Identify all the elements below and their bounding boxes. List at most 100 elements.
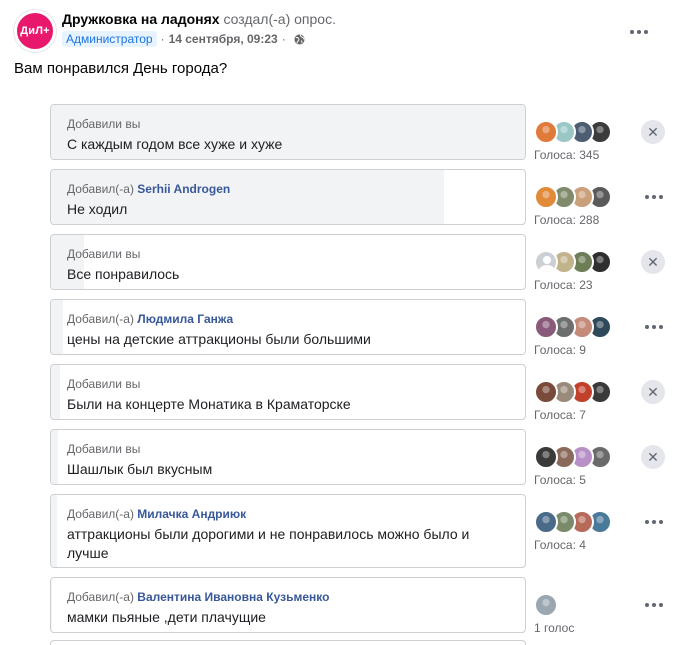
post-options-button[interactable] bbox=[624, 20, 654, 44]
close-icon[interactable]: ✕ bbox=[641, 445, 665, 469]
poll-option-added-by: Добавил(-а) Serhii Androgen bbox=[67, 182, 511, 197]
more-dot bbox=[652, 325, 656, 329]
added-by-prefix: Добавил(-а) bbox=[67, 507, 138, 521]
voter-avatar[interactable] bbox=[534, 120, 558, 144]
vote-count[interactable]: 1 голос bbox=[534, 621, 624, 635]
poll-option-voters[interactable]: Голоса: 7 bbox=[534, 380, 624, 422]
poll-option-content: Добавили вы Шашлык был вкусным bbox=[67, 442, 511, 479]
close-icon[interactable]: ✕ bbox=[641, 120, 665, 144]
poll-option-text: Не ходил bbox=[67, 201, 128, 217]
added-by-prefix: Добавил(-а) bbox=[67, 182, 138, 196]
poll-option-voters[interactable]: Голоса: 345 bbox=[534, 120, 624, 162]
more-dot bbox=[645, 603, 649, 607]
poll-option-content: Добавили вы Были на концерте Монатика в К… bbox=[67, 377, 511, 414]
close-icon[interactable]: ✕ bbox=[641, 380, 665, 404]
group-avatar[interactable]: ДиЛ+ bbox=[14, 10, 56, 52]
poll-option-content: Добавили вы С каждым годом все хуже и хуж… bbox=[67, 117, 511, 154]
post-title: Дружковка на ладонях создал(-а) опрос. bbox=[62, 11, 336, 27]
poll-option-added-by: Добавили вы bbox=[67, 247, 511, 262]
poll-option[interactable]: Добавили вы Все понравилось bbox=[50, 234, 526, 290]
voter-avatars[interactable] bbox=[534, 120, 624, 144]
poll-option[interactable]: Добавил(-а) Милачка Андриюк аттракционы б… bbox=[50, 494, 526, 568]
voter-avatars[interactable] bbox=[534, 510, 624, 534]
post-header: ДиЛ+ Дружковка на ладонях создал(-а) опр… bbox=[14, 10, 664, 52]
voter-avatar[interactable] bbox=[534, 445, 558, 469]
voter-avatar[interactable] bbox=[534, 250, 558, 274]
poll-option-content: Добавил(-а) Serhii Androgen Не ходил bbox=[67, 182, 511, 219]
poll-option[interactable]: Добавил(-а) Serhii Androgen Не ходил bbox=[50, 169, 526, 225]
voter-avatars[interactable] bbox=[534, 445, 624, 469]
post-meta: Администратор · 14 сентября, 09:23 · bbox=[62, 31, 305, 47]
more-dot bbox=[652, 520, 656, 524]
poll-option-result-bar bbox=[51, 578, 53, 632]
role-badge[interactable]: Администратор bbox=[62, 31, 157, 47]
poll-option-voters[interactable]: Голоса: 288 bbox=[534, 185, 624, 227]
poll-option-result-bar bbox=[51, 365, 61, 419]
voter-avatars[interactable] bbox=[534, 593, 624, 617]
poll-option-partial[interactable] bbox=[50, 640, 526, 645]
vote-count[interactable]: Голоса: 9 bbox=[534, 343, 624, 357]
poll-option-content: Добавил(-а) Милачка Андриюк аттракционы б… bbox=[67, 507, 511, 563]
poll-option[interactable]: Добавил(-а) Людмила Ганжа цены на детские… bbox=[50, 299, 526, 355]
added-by-author-link[interactable]: Милачка Андриюк bbox=[137, 507, 246, 521]
poll-option-added-by: Добавил(-а) Милачка Андриюк bbox=[67, 507, 511, 522]
poll-option-result-bar bbox=[51, 495, 57, 567]
vote-count[interactable]: Голоса: 288 bbox=[534, 213, 624, 227]
added-by-author-link[interactable]: Serhii Androgen bbox=[137, 182, 230, 196]
voter-avatar[interactable] bbox=[534, 593, 558, 617]
added-by-prefix: Добавил(-а) bbox=[67, 312, 138, 326]
post-action-text: создал(-а) опрос. bbox=[219, 11, 336, 27]
added-by-prefix: Добавили вы bbox=[67, 117, 141, 131]
poll-option-voters[interactable]: 1 голос bbox=[534, 593, 624, 635]
voter-avatar[interactable] bbox=[534, 315, 558, 339]
poll-option-added-by: Добавили вы bbox=[67, 442, 511, 457]
poll-option[interactable]: Добавили вы С каждым годом все хуже и хуж… bbox=[50, 104, 526, 160]
added-by-author-link[interactable]: Валентина Ивановна Кузьменко bbox=[137, 590, 329, 604]
voter-avatars[interactable] bbox=[534, 250, 624, 274]
poll-option-voters[interactable]: Голоса: 9 bbox=[534, 315, 624, 357]
more-dot bbox=[652, 195, 656, 199]
added-by-author-link[interactable]: Людмила Ганжа bbox=[137, 312, 233, 326]
vote-count[interactable]: Голоса: 4 bbox=[534, 538, 624, 552]
meta-separator-2: · bbox=[281, 32, 286, 46]
added-by-prefix: Добавили вы bbox=[67, 442, 141, 456]
globe-icon[interactable] bbox=[294, 33, 305, 45]
poll-option-content: Добавили вы Все понравилось bbox=[67, 247, 511, 284]
voter-avatar[interactable] bbox=[534, 510, 558, 534]
poll-option[interactable]: Добавили вы Были на концерте Монатика в К… bbox=[50, 364, 526, 420]
poll-option-voters[interactable]: Голоса: 5 bbox=[534, 445, 624, 487]
poll-option-voters[interactable]: Голоса: 4 bbox=[534, 510, 624, 552]
meta-separator: · bbox=[160, 32, 165, 46]
more-horizontal-icon[interactable] bbox=[640, 185, 668, 209]
voter-avatars[interactable] bbox=[534, 380, 624, 404]
poll-option-voters[interactable]: Голоса: 23 bbox=[534, 250, 624, 292]
poll-option-content: Добавил(-а) Людмила Ганжа цены на детские… bbox=[67, 312, 511, 349]
voter-avatars[interactable] bbox=[534, 315, 624, 339]
vote-count[interactable]: Голоса: 23 bbox=[534, 278, 624, 292]
vote-count[interactable]: Голоса: 5 bbox=[534, 473, 624, 487]
more-dot bbox=[645, 520, 649, 524]
more-horizontal-icon[interactable] bbox=[640, 510, 668, 534]
vote-count[interactable]: Голоса: 7 bbox=[534, 408, 624, 422]
poll-option-text: Были на концерте Монатика в Краматорске bbox=[67, 396, 351, 412]
post-timestamp[interactable]: 14 сентября, 09:23 bbox=[169, 32, 278, 46]
voter-avatar[interactable] bbox=[534, 185, 558, 209]
poll-option-text: Шашлык был вкусным bbox=[67, 461, 213, 477]
more-horizontal-icon[interactable] bbox=[640, 593, 668, 617]
close-icon[interactable]: ✕ bbox=[641, 250, 665, 274]
more-dot bbox=[659, 195, 663, 199]
vote-count[interactable]: Голоса: 345 bbox=[534, 148, 624, 162]
poll-option-text: С каждым годом все хуже и хуже bbox=[67, 136, 283, 152]
added-by-prefix: Добавил(-а) bbox=[67, 590, 138, 604]
poll-option-added-by: Добавили вы bbox=[67, 377, 511, 392]
more-horizontal-icon[interactable] bbox=[640, 315, 668, 339]
poll-option-result-bar bbox=[51, 300, 64, 354]
poll-option-text: аттракционы были дорогими и не понравило… bbox=[67, 526, 470, 561]
voter-avatar[interactable] bbox=[534, 380, 558, 404]
group-name-link[interactable]: Дружковка на ладонях bbox=[62, 11, 220, 27]
poll-option-text: цены на детские аттракционы были большим… bbox=[67, 331, 371, 347]
poll-option[interactable]: Добавили вы Шашлык был вкусным bbox=[50, 429, 526, 485]
voter-avatars[interactable] bbox=[534, 185, 624, 209]
poll-option-added-by: Добавил(-а) Людмила Ганжа bbox=[67, 312, 511, 327]
poll-option[interactable]: Добавил(-а) Валентина Ивановна Кузьменко… bbox=[50, 577, 526, 633]
